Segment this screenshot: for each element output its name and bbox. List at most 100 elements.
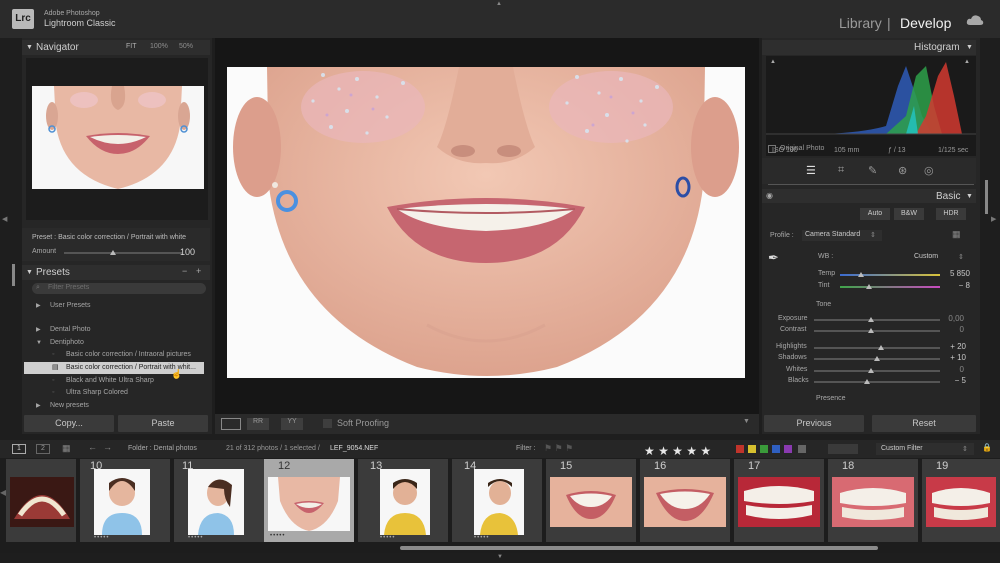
main-photo[interactable] <box>227 67 745 378</box>
right-scroll-handle[interactable] <box>985 180 988 214</box>
profile-dropdown[interactable]: Camera Standard ⇕ <box>802 230 882 241</box>
auto-button[interactable]: Auto <box>860 208 890 220</box>
blacks-slider[interactable] <box>814 381 940 383</box>
filmstrip-scrollbar[interactable] <box>400 546 878 550</box>
temp-slider-knob[interactable] <box>858 272 864 277</box>
folder-path[interactable]: Folder : Dental photos <box>128 445 197 452</box>
amount-slider-knob[interactable] <box>110 250 116 255</box>
highlights-slider[interactable] <box>814 347 940 349</box>
contrast-slider[interactable] <box>814 330 940 332</box>
whites-slider[interactable] <box>814 370 940 372</box>
back-arrow-icon[interactable]: ← <box>88 442 97 452</box>
toolbar-chevron-icon[interactable]: ▼ <box>743 418 750 425</box>
contrast-value[interactable]: 0 <box>934 325 964 334</box>
filmstrip-cell[interactable]: 10 ••••• <box>80 459 170 542</box>
zoom-100[interactable]: 100% <box>150 43 168 50</box>
module-library[interactable]: Library <box>839 15 882 31</box>
collapse-top-icon[interactable]: ▲ <box>496 1 502 7</box>
temp-value[interactable]: 5 850 <box>940 269 970 278</box>
filmstrip-cell[interactable]: 16 <box>640 459 730 542</box>
exposure-value[interactable]: 0,00 <box>934 314 964 323</box>
loupe-view-icon[interactable] <box>221 418 241 430</box>
preset-group-new[interactable]: ▶ New presets <box>22 400 208 412</box>
edit-sliders-icon[interactable]: ☰ <box>806 164 816 177</box>
compare-view-icon[interactable]: YY <box>281 418 303 430</box>
cloud-icon[interactable] <box>966 14 984 26</box>
collapse-left-icon[interactable]: ◀ <box>2 215 7 223</box>
histogram-chart[interactable]: ISO 100 105 mm ƒ / 13 1/125 sec <box>766 56 976 156</box>
tint-value[interactable]: − 8 <box>940 281 970 290</box>
zoom-fit[interactable]: FIT <box>126 43 137 50</box>
red-eye-icon[interactable]: ⊛ <box>898 164 907 177</box>
copy-button[interactable]: Copy... <box>24 415 114 432</box>
tint-slider-knob[interactable] <box>866 284 872 289</box>
paste-button[interactable]: Paste <box>118 415 208 432</box>
preset-group-user[interactable]: ▶ User Presets <box>22 300 208 312</box>
before-after-icon[interactable]: RR <box>247 418 269 430</box>
collapse-right-icon[interactable]: ▶ <box>991 215 996 223</box>
zoom-50[interactable]: 50% <box>179 43 193 50</box>
exposure-slider-knob[interactable] <box>868 317 874 322</box>
soft-proofing-checkbox[interactable] <box>323 419 332 428</box>
filmstrip-cell[interactable]: 15 <box>546 459 636 542</box>
highlights-value[interactable]: + 20 <box>936 342 966 351</box>
filmstrip-cell[interactable]: 18 <box>828 459 918 542</box>
bw-button[interactable]: B&W <box>894 208 924 220</box>
temp-slider[interactable] <box>840 274 940 276</box>
filmstrip-cell[interactable]: 17 <box>734 459 824 542</box>
filmstrip-cell-selected[interactable]: 12 ••••• <box>264 459 354 542</box>
color-label-purple[interactable] <box>784 445 792 453</box>
filmstrip-cell[interactable]: 13 ••••• <box>358 459 448 542</box>
wb-eyedropper-icon[interactable]: ✒ <box>768 250 779 266</box>
navigator-preview[interactable] <box>26 58 208 220</box>
shadows-value[interactable]: + 10 <box>936 353 966 362</box>
color-label-blue[interactable] <box>772 445 780 453</box>
reset-button[interactable]: Reset <box>872 415 976 432</box>
filter-lock-icon[interactable]: 🔒 <box>982 443 992 452</box>
panel-visibility-icon[interactable]: ◉ <box>766 191 773 200</box>
filmstrip-cell[interactable]: 11 ••••• <box>174 459 264 542</box>
wb-dropdown-icon[interactable]: ⇕ <box>958 253 964 261</box>
whites-value[interactable]: 0 <box>934 365 964 374</box>
whites-slider-knob[interactable] <box>868 368 874 373</box>
filmstrip-cell[interactable] <box>6 459 76 542</box>
window-2-button[interactable]: 2 <box>36 444 50 454</box>
filmstrip-cell[interactable]: 14 ••••• <box>452 459 542 542</box>
color-label-gray[interactable] <box>798 445 806 453</box>
blacks-value[interactable]: − 5 <box>936 376 966 385</box>
highlight-clip-icon[interactable]: ▲ <box>964 59 970 65</box>
expand-triangle-icon[interactable]: ▼ <box>966 193 973 200</box>
blacks-slider-knob[interactable] <box>864 379 870 384</box>
color-label-yellow[interactable] <box>748 445 756 453</box>
shadows-slider-knob[interactable] <box>874 356 880 361</box>
grid-view-icon[interactable]: ▦ <box>62 443 71 454</box>
forward-arrow-icon[interactable]: → <box>103 442 112 452</box>
presets-search-input[interactable]: ⌕ Filter Presets <box>32 283 206 294</box>
presets-add-icon[interactable]: + <box>196 266 201 276</box>
healing-icon[interactable]: ✎ <box>868 164 877 177</box>
custom-filter-dropdown[interactable]: Custom Filter ⇕ <box>876 443 974 455</box>
collapse-bottom-icon[interactable]: ▼ <box>497 554 503 560</box>
previous-button[interactable]: Previous <box>764 415 864 432</box>
crop-icon[interactable]: ⌗ <box>838 164 844 177</box>
contrast-slider-knob[interactable] <box>868 328 874 333</box>
shadow-clip-icon[interactable]: ▲ <box>770 59 776 65</box>
window-1-button[interactable]: 1 <box>12 444 26 454</box>
wb-value[interactable]: Custom <box>914 253 938 260</box>
filmstrip-cell[interactable]: 19 <box>922 459 1000 542</box>
left-scroll-handle[interactable] <box>12 264 15 286</box>
preset-item[interactable]: ◦ Black and White Ultra Sharp <box>22 375 208 387</box>
preset-item[interactable]: ◦ Ultra Sharp Colored <box>22 387 208 399</box>
file-name[interactable]: LEF_9054.NEF <box>330 445 378 452</box>
tint-slider[interactable] <box>840 286 940 288</box>
hdr-button[interactable]: HDR <box>936 208 966 220</box>
presets-minus-icon[interactable]: − <box>182 266 187 276</box>
flag-filter-icon[interactable]: ⚑ ⚑ ⚑ <box>544 443 573 454</box>
color-label-green[interactable] <box>760 445 768 453</box>
color-label-red[interactable] <box>736 445 744 453</box>
preset-group-dentiphoto[interactable]: ▼ Dentiphoto <box>22 337 208 349</box>
profile-browser-icon[interactable]: ▦ <box>952 229 961 240</box>
amount-slider[interactable] <box>64 252 182 254</box>
highlights-slider-knob[interactable] <box>878 345 884 350</box>
preset-group-dental[interactable]: ▶ Dental Photo <box>22 324 208 336</box>
